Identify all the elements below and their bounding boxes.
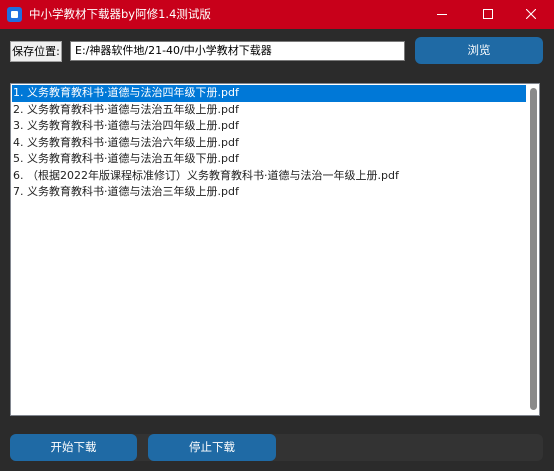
list-item[interactable]: 3. 义务教育教科书·道德与法治四年级上册.pdf	[12, 118, 526, 135]
minimize-button[interactable]	[419, 0, 465, 29]
scrollbar-thumb[interactable]	[530, 88, 537, 410]
browse-button[interactable]: 浏览	[415, 37, 543, 64]
close-icon	[526, 9, 536, 19]
list-item[interactable]: 2. 义务教育教科书·道德与法治五年级上册.pdf	[12, 102, 526, 119]
list-item[interactable]: 7. 义务教育教科书·道德与法治三年级上册.pdf	[12, 184, 526, 201]
minimize-icon	[437, 14, 447, 15]
list-item[interactable]: 6. （根据2022年版课程标准修订）义务教育教科书·道德与法治一年级上册.pd…	[12, 168, 526, 185]
start-download-button[interactable]: 开始下载	[10, 434, 137, 461]
window-title: 中小学教材下载器by阿修1.4测试版	[29, 7, 211, 21]
scrollbar[interactable]	[528, 85, 539, 414]
file-list[interactable]: 1. 义务教育教科书·道德与法治四年级下册.pdf 2. 义务教育教科书·道德与法…	[10, 83, 540, 416]
maximize-icon	[483, 9, 493, 19]
title-bar: 中小学教材下载器by阿修1.4测试版	[0, 0, 554, 29]
app-icon	[7, 7, 22, 22]
list-item[interactable]: 4. 义务教育教科书·道德与法治六年级上册.pdf	[12, 135, 526, 152]
stop-download-button[interactable]: 停止下载	[148, 434, 276, 461]
save-location-label: 保存位置:	[10, 41, 62, 62]
list-item[interactable]: 1. 义务教育教科书·道德与法治四年级下册.pdf	[12, 85, 526, 102]
list-item[interactable]: 5. 义务教育教科书·道德与法治五年级下册.pdf	[12, 151, 526, 168]
maximize-button[interactable]	[465, 0, 511, 29]
file-list-items: 1. 义务教育教科书·道德与法治四年级下册.pdf 2. 义务教育教科书·道德与法…	[12, 85, 526, 201]
save-path-field[interactable]: E:/神器软件地/21-40/中小学教材下载器	[70, 41, 405, 61]
close-button[interactable]	[508, 0, 554, 29]
